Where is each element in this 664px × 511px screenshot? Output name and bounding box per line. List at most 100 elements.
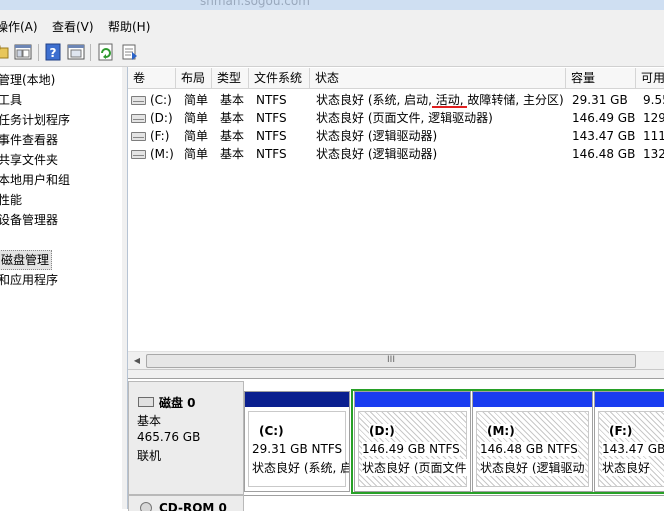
volume-list: 卷 布局 类型 文件系统 状态 容量 可用 (C:) 简单 基本 NTFS 状态… <box>128 68 664 370</box>
toolbar-separator <box>90 44 91 61</box>
cell-capacity: 146.48 GB <box>572 147 636 161</box>
column-header-capacity[interactable]: 容量 <box>566 68 636 88</box>
partition-c-size: 29.31 GB NTFS <box>252 442 343 456</box>
scroll-left-arrow-icon[interactable]: ◀ <box>130 352 144 369</box>
window-title: shman.sogou.com <box>200 0 310 8</box>
cell-capacity: 29.31 GB <box>572 93 628 107</box>
cell-filesystem: NTFS <box>256 147 287 161</box>
tree-item-local-users[interactable]: 本地用户和组 <box>0 171 70 189</box>
cell-status: 状态良好 (逻辑驱动器) <box>316 129 438 143</box>
partition-m[interactable]: (M:) 146.48 GB NTFS 状态良好 (逻辑驱动 <box>472 391 593 492</box>
partition-c-status: 状态良好 (系统, 启 <box>252 461 350 475</box>
disk-0-state: 联机 <box>137 449 162 463</box>
menu-view[interactable]: 查看(V) <box>52 18 94 35</box>
partition-f-status: 状态良好 <box>602 459 651 476</box>
table-row[interactable]: (M:) 简单 基本 NTFS 状态良好 (逻辑驱动器) 146.48 GB 1… <box>128 145 664 163</box>
cell-free: 111 <box>643 129 664 143</box>
disk-0-type: 基本 <box>137 414 162 428</box>
disk-0-info[interactable]: 磁盘 0 基本 465.76 GB 联机 <box>128 381 244 495</box>
cell-filesystem: NTFS <box>256 93 287 107</box>
partition-m-status: 状态良好 (逻辑驱动 <box>480 459 585 476</box>
console-tree-icon[interactable] <box>14 43 32 61</box>
volume-icon <box>131 132 146 141</box>
partition-c-bar <box>245 392 349 407</box>
disk-icon <box>138 397 154 407</box>
tree-item-shared-folders[interactable]: 共享文件夹 <box>0 151 58 169</box>
svg-text:?: ? <box>50 46 57 60</box>
cell-volume: (F:) <box>150 129 170 143</box>
table-row[interactable]: (D:) 简单 基本 NTFS 状态良好 (页面文件, 逻辑驱动器) 146.4… <box>128 109 664 127</box>
cell-volume: (C:) <box>150 93 172 107</box>
cell-layout: 简单 <box>184 93 209 107</box>
cell-layout: 简单 <box>184 147 209 161</box>
disk-1-name: CD-ROM 0 <box>159 501 227 511</box>
menu-action[interactable]: 操作(A) <box>0 18 38 35</box>
toolbar-separator <box>38 44 39 61</box>
cell-status: 状态良好 (页面文件, 逻辑驱动器) <box>316 111 493 125</box>
disk-0-size: 465.76 GB <box>137 430 201 444</box>
partition-c[interactable]: (C:) 29.31 GB NTFS 状态良好 (系统, 启 <box>244 391 350 492</box>
partition-f-size: 143.47 GB <box>602 442 664 456</box>
cell-type: 基本 <box>220 147 245 161</box>
console-tree: 管理(本地) 工具 任务计划程序 事件查看器 共享文件夹 本地用户和组 性能 设… <box>0 67 123 509</box>
column-header-free[interactable]: 可用 <box>636 68 664 88</box>
column-header-status[interactable]: 状态 <box>310 68 566 88</box>
volume-icon <box>131 96 146 105</box>
menu-bar: 操作(A) 查看(V) 帮助(H) <box>0 10 664 41</box>
tree-item-services-apps[interactable]: 和应用程序 <box>0 271 58 289</box>
toolbar: ? <box>0 40 664 67</box>
partition-f[interactable]: (F:) 143.47 GB 状态良好 <box>594 391 664 492</box>
export-icon[interactable] <box>121 43 139 61</box>
tree-item-performance[interactable]: 性能 <box>0 191 22 209</box>
partition-f-bar <box>595 392 664 407</box>
table-row[interactable]: (C:) 简单 基本 NTFS 状态良好 (系统, 启动, 活动, 故障转储, … <box>128 91 664 109</box>
window-title-bar: shman.sogou.com <box>0 0 664 10</box>
cell-free: 129 <box>643 111 664 125</box>
tree-item-device-manager[interactable]: 设备管理器 <box>0 211 58 229</box>
cell-layout: 简单 <box>184 111 209 125</box>
column-header-layout[interactable]: 布局 <box>176 68 212 88</box>
tree-item-task-scheduler[interactable]: 任务计划程序 <box>0 111 70 129</box>
volume-list-header: 卷 布局 类型 文件系统 状态 容量 可用 <box>128 68 664 89</box>
cell-type: 基本 <box>220 93 245 107</box>
tree-item-computer-management[interactable]: 管理(本地) <box>0 71 55 89</box>
volume-icon <box>131 114 146 123</box>
partition-d[interactable]: (D:) 146.49 GB NTFS 状态良好 (页面文件 <box>354 391 471 492</box>
refresh-icon[interactable] <box>97 43 115 61</box>
tree-item-system-tools[interactable]: 工具 <box>0 91 22 109</box>
partition-d-label: (D:) <box>369 424 395 438</box>
help-icon[interactable]: ? <box>44 43 62 61</box>
tree-item-disk-management[interactable]: 磁盘管理 <box>0 250 53 270</box>
column-header-type[interactable]: 类型 <box>212 68 249 88</box>
cell-type: 基本 <box>220 129 245 143</box>
cell-free: 132 <box>643 147 664 161</box>
table-row[interactable]: (F:) 简单 基本 NTFS 状态良好 (逻辑驱动器) 143.47 GB 1… <box>128 127 664 145</box>
partition-d-bar <box>355 392 470 407</box>
cell-free: 9.55 <box>643 93 664 107</box>
annotation-underline <box>432 106 467 108</box>
tree-item-event-viewer[interactable]: 事件查看器 <box>0 131 58 149</box>
cell-filesystem: NTFS <box>256 129 287 143</box>
disk-1-row[interactable]: CD-ROM 0 <box>128 495 664 511</box>
disk-0-name: 磁盘 0 <box>159 396 196 410</box>
folder-icon[interactable] <box>0 43 10 61</box>
partition-f-label: (F:) <box>609 424 633 438</box>
column-header-volume[interactable]: 卷 <box>128 68 176 88</box>
cell-type: 基本 <box>220 111 245 125</box>
partition-m-size: 146.48 GB NTFS <box>480 442 578 456</box>
disk-graphical-view: 磁盘 0 基本 465.76 GB 联机 (C:) 29.31 GB NTFS … <box>128 378 664 511</box>
partition-m-bar <box>473 392 592 407</box>
partition-d-size: 146.49 GB NTFS <box>362 442 460 456</box>
cell-status: 状态良好 (逻辑驱动器) <box>316 147 438 161</box>
properties-icon[interactable] <box>67 43 85 61</box>
cell-capacity: 143.47 GB <box>572 129 636 143</box>
horizontal-scrollbar[interactable]: ◀ III <box>128 351 664 369</box>
partition-m-label: (M:) <box>487 424 515 438</box>
scrollbar-thumb[interactable]: III <box>146 354 636 368</box>
menu-help[interactable]: 帮助(H) <box>108 18 150 35</box>
cell-volume: (D:) <box>150 111 173 125</box>
cell-layout: 简单 <box>184 129 209 143</box>
cell-volume: (M:) <box>150 147 174 161</box>
column-header-filesystem[interactable]: 文件系统 <box>249 68 310 88</box>
partition-c-label: (C:) <box>259 424 284 438</box>
